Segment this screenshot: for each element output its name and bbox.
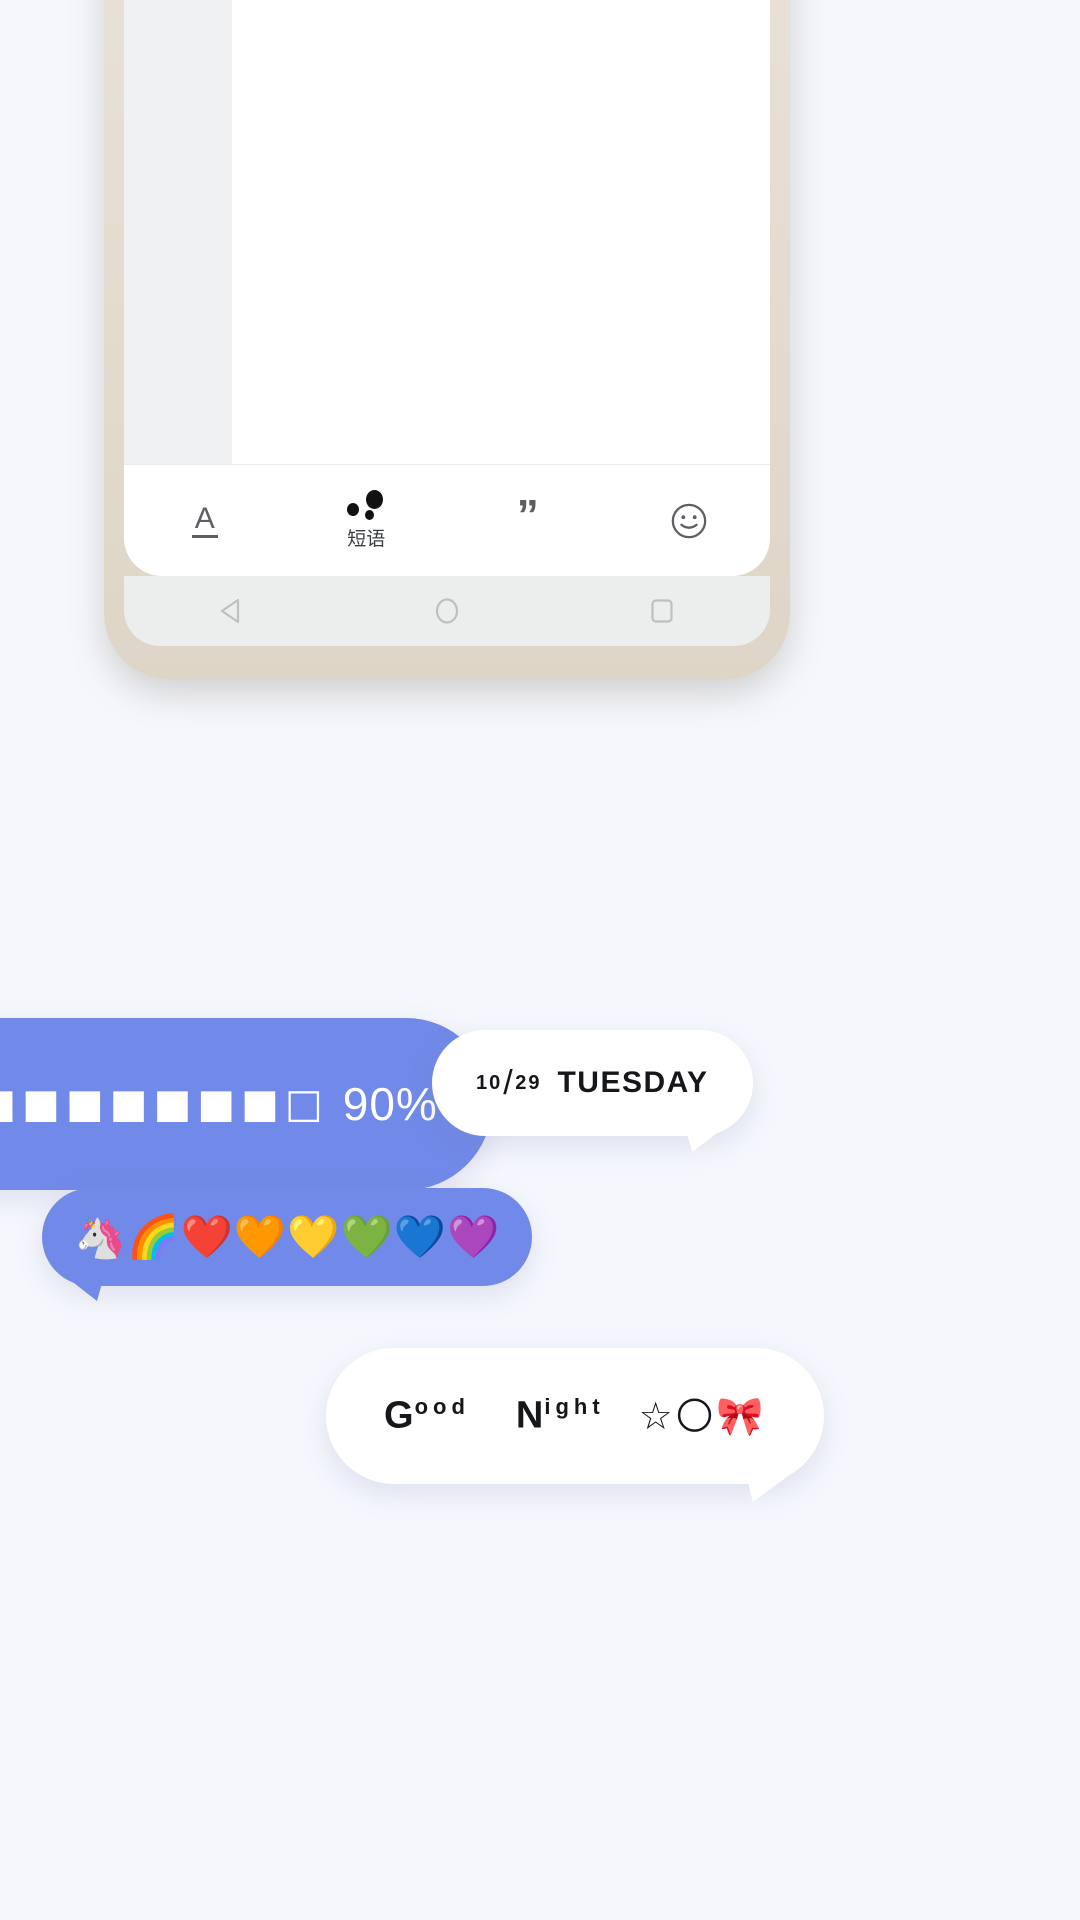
underlined-a-icon: A bbox=[191, 503, 218, 538]
date-weekday: TUESDAY bbox=[557, 1066, 709, 1099]
chat-bubble-progress[interactable]: rogress ■■■■■■■□ 90% bbox=[0, 1018, 492, 1190]
phone-mockup: Emoji 蝴蝶结 台词 ❄️ Happy New Year 🌿 Happy N… bbox=[104, 0, 790, 680]
hearts-emoji-text: 🦄🌈❤️🧡💛💚💙💜 bbox=[74, 1212, 501, 1261]
toolbar-tab-quotes[interactable]: ” bbox=[447, 491, 609, 541]
bubble-tail bbox=[682, 1118, 737, 1152]
back-triangle-icon[interactable] bbox=[215, 594, 249, 628]
chat-bubble-hearts[interactable]: 🦄🌈❤️🧡💛💚💙💜 bbox=[42, 1188, 533, 1301]
keyboard-category-sidebar: Emoji 蝴蝶结 台词 bbox=[124, 0, 232, 464]
progress-blocks: ■■■■■■■□ bbox=[0, 1081, 329, 1127]
date-slash: / bbox=[503, 1063, 515, 1102]
keyboard-toolbar: A 短语 ” bbox=[124, 464, 770, 576]
good-rest: ood bbox=[414, 1394, 470, 1420]
screenshot-root: Emoji 蝴蝶结 台词 ❄️ Happy New Year 🌿 Happy N… bbox=[0, 0, 1080, 1920]
date-day: 29 bbox=[515, 1071, 542, 1094]
goodnight-word-night: Night bbox=[516, 1394, 605, 1438]
bubble-tail bbox=[56, 1269, 106, 1301]
night-rest: ight bbox=[544, 1394, 605, 1420]
android-nav-bar bbox=[124, 576, 770, 646]
toolbar-tab-emoji[interactable] bbox=[609, 502, 771, 540]
three-dots-icon bbox=[347, 490, 385, 520]
smiley-face-icon bbox=[671, 503, 707, 538]
toolbar-tab-phrases[interactable]: 短语 bbox=[286, 490, 448, 551]
keyboard-panel: Emoji 蝴蝶结 台词 ❄️ Happy New Year 🌿 Happy N… bbox=[124, 0, 770, 464]
phone-screen: Emoji 蝴蝶结 台词 ❄️ Happy New Year 🌿 Happy N… bbox=[124, 0, 770, 576]
recents-square-icon[interactable] bbox=[645, 594, 679, 628]
phrase-list: ❄️ Happy New Year 🌿 Happy New Year ☺ HAP… bbox=[232, 0, 770, 464]
night-capital: N bbox=[515, 1394, 545, 1437]
chat-bubble-goodnight[interactable]: Good Night ☆🌕🎀 bbox=[326, 1348, 824, 1502]
quotation-mark-icon: ” bbox=[516, 491, 539, 541]
toolbar-tab-font-style[interactable]: A bbox=[124, 503, 286, 538]
date-fraction: 10/29 bbox=[476, 1064, 541, 1103]
progress-percent: 90% bbox=[342, 1078, 438, 1130]
chat-bubble-date[interactable]: 10/29 TUESDAY bbox=[432, 1030, 753, 1152]
bubble-tail bbox=[743, 1466, 802, 1502]
goodnight-word-good: Good bbox=[384, 1394, 470, 1438]
date-month: 10 bbox=[476, 1071, 503, 1094]
moon-star-icon: ☆🌕🎀 bbox=[638, 1393, 766, 1438]
home-circle-icon[interactable] bbox=[430, 594, 464, 628]
good-capital: G bbox=[384, 1394, 415, 1437]
toolbar-tab-phrases-label: 短语 bbox=[347, 529, 386, 550]
